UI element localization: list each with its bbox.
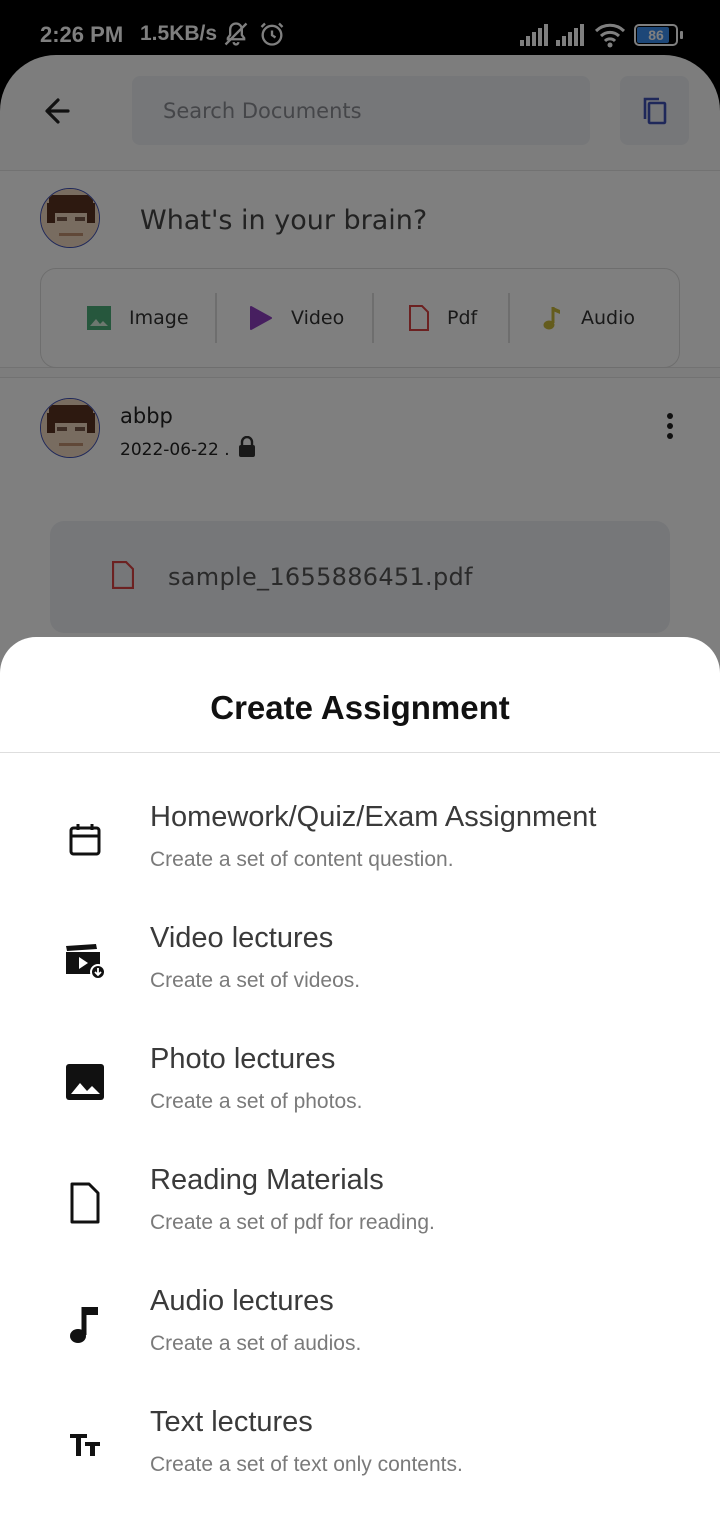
calendar-icon: [60, 815, 110, 865]
divider: [0, 752, 720, 753]
option-title: Photo lectures: [150, 1043, 336, 1075]
option-subtitle: Create a set of pdf for reading.: [150, 1211, 435, 1234]
option-subtitle: Create a set of videos.: [150, 969, 361, 992]
option-subtitle: Create a set of audios.: [150, 1332, 362, 1355]
image-icon: [60, 1057, 110, 1107]
option-homework-quiz-exam[interactable]: Homework/Quiz/Exam Assignment Create a s…: [0, 787, 720, 908]
option-reading-materials[interactable]: Reading Materials Create a set of pdf fo…: [0, 1150, 720, 1271]
create-assignment-sheet: Create Assignment Homework/Quiz/Exam Ass…: [0, 637, 720, 1520]
option-subtitle: Create a set of content question.: [150, 848, 454, 871]
option-title: Homework/Quiz/Exam Assignment: [150, 801, 597, 833]
option-title: Video lectures: [150, 922, 334, 954]
text-fields-icon: [60, 1420, 110, 1470]
option-audio-lectures[interactable]: Audio lectures Create a set of audios.: [0, 1271, 720, 1392]
sheet-title: Create Assignment: [210, 689, 510, 726]
option-title: Reading Materials: [150, 1164, 384, 1196]
music-note-icon: [60, 1299, 110, 1349]
document-icon: [60, 1178, 110, 1228]
option-title: Text lectures: [150, 1406, 313, 1438]
option-photo-lectures[interactable]: Photo lectures Create a set of photos.: [0, 1029, 720, 1150]
option-video-lectures[interactable]: Video lectures Create a set of videos.: [0, 908, 720, 1029]
option-subtitle: Create a set of photos.: [150, 1090, 363, 1113]
video-clapper-icon: [60, 936, 110, 986]
option-title: Audio lectures: [150, 1285, 334, 1317]
option-subtitle: Create a set of text only contents.: [150, 1453, 463, 1476]
option-text-lectures[interactable]: Text lectures Create a set of text only …: [0, 1392, 720, 1513]
